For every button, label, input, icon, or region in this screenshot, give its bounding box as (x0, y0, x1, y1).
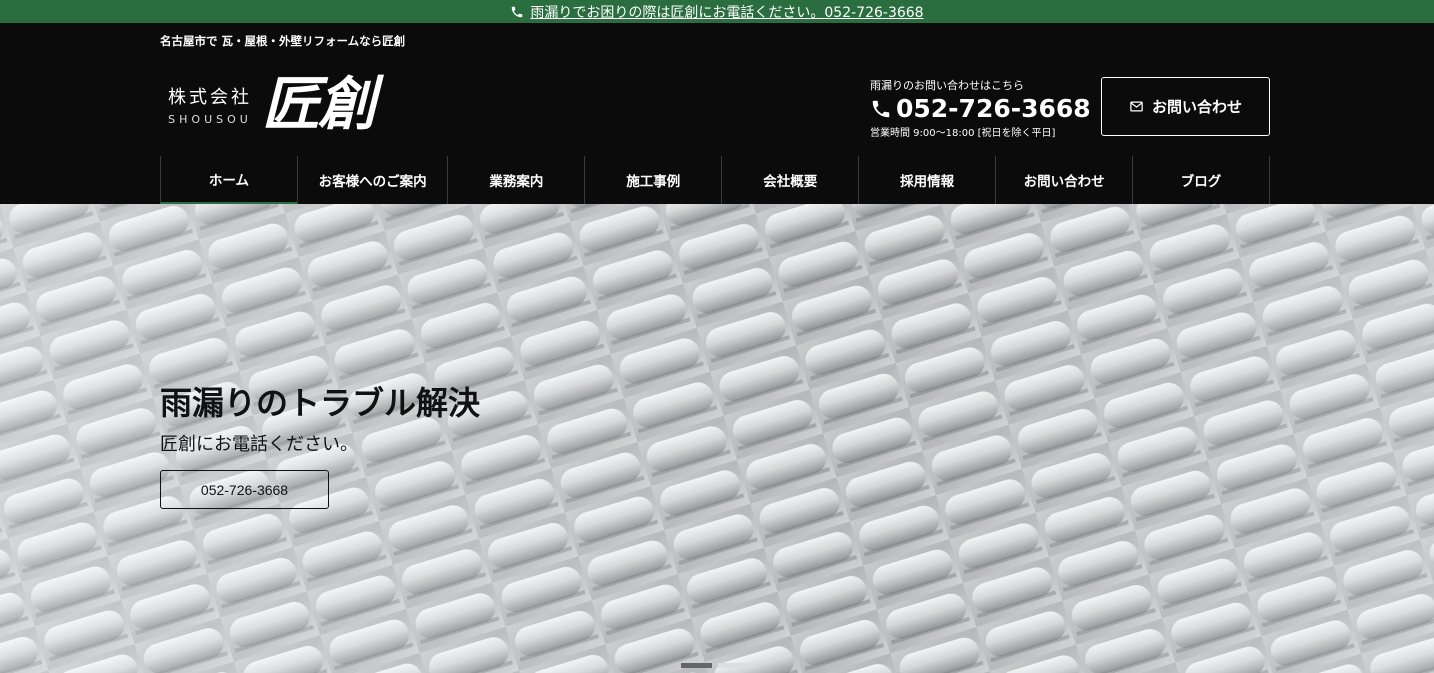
site-header: 名古屋市で 瓦・屋根・外壁リフォームなら匠創 株式会社 SHOUSOU 匠創 雨… (0, 23, 1434, 204)
inquiry-button[interactable]: お問い合わせ (1101, 77, 1270, 136)
nav-item-services[interactable]: 業務案内 (447, 156, 584, 204)
contact-label: 雨漏りのお問い合わせはこちら (870, 79, 1024, 92)
slider-dot-1[interactable] (681, 663, 712, 668)
site-tagline: 名古屋市で 瓦・屋根・外壁リフォームなら匠創 (160, 34, 406, 48)
nav-item-customer-guide[interactable]: お客様へのご案内 (296, 156, 448, 204)
header-contact: 雨漏りのお問い合わせはこちら 052-726-3668 営業時間 9:00〜18… (870, 77, 1091, 139)
contact-phone[interactable]: 052-726-3668 (870, 94, 1091, 123)
logo-company-type: 株式会社 (168, 86, 252, 108)
phone-icon (872, 100, 890, 117)
hero-slider: 雨漏りのトラブル解決 匠創にお電話ください。 052-726-3668 (0, 204, 1434, 673)
slider-pagination (681, 663, 749, 668)
slider-dot-2[interactable] (718, 663, 749, 668)
business-hours: 営業時間 9:00〜18:00 [祝日を除く平日] (870, 128, 1056, 139)
contact-phone-number: 052-726-3668 (896, 94, 1091, 123)
topbar-phone-link[interactable]: 雨漏りでお困りの際は匠創にお電話ください。052-726-3668 (530, 2, 923, 22)
nav-item-home[interactable]: ホーム (160, 156, 297, 204)
hero-title: 雨漏りのトラブル解決 (160, 384, 481, 422)
nav-item-recruit[interactable]: 採用情報 (858, 156, 995, 204)
announcement-bar: 雨漏りでお困りの際は匠創にお電話ください。052-726-3668 (0, 0, 1434, 23)
logo-mark: 匠創 (262, 70, 376, 138)
site-logo[interactable]: 株式会社 SHOUSOU 匠創 (168, 70, 376, 138)
logo-romaji: SHOUSOU (168, 112, 252, 126)
hero-subtitle: 匠創にお電話ください。 (160, 434, 358, 455)
main-nav: ホーム お客様へのご案内 業務案内 施工事例 会社概要 採用情報 お問い合わせ … (160, 156, 1270, 204)
hero-phone-button[interactable]: 052-726-3668 (160, 470, 329, 509)
phone-icon (512, 6, 523, 17)
envelope-icon (1130, 101, 1143, 112)
nav-item-blog[interactable]: ブログ (1132, 156, 1270, 204)
nav-item-contact[interactable]: お問い合わせ (995, 156, 1132, 204)
nav-item-company[interactable]: 会社概要 (721, 156, 858, 204)
inquiry-button-label: お問い合わせ (1151, 99, 1242, 116)
nav-item-works[interactable]: 施工事例 (584, 156, 721, 204)
